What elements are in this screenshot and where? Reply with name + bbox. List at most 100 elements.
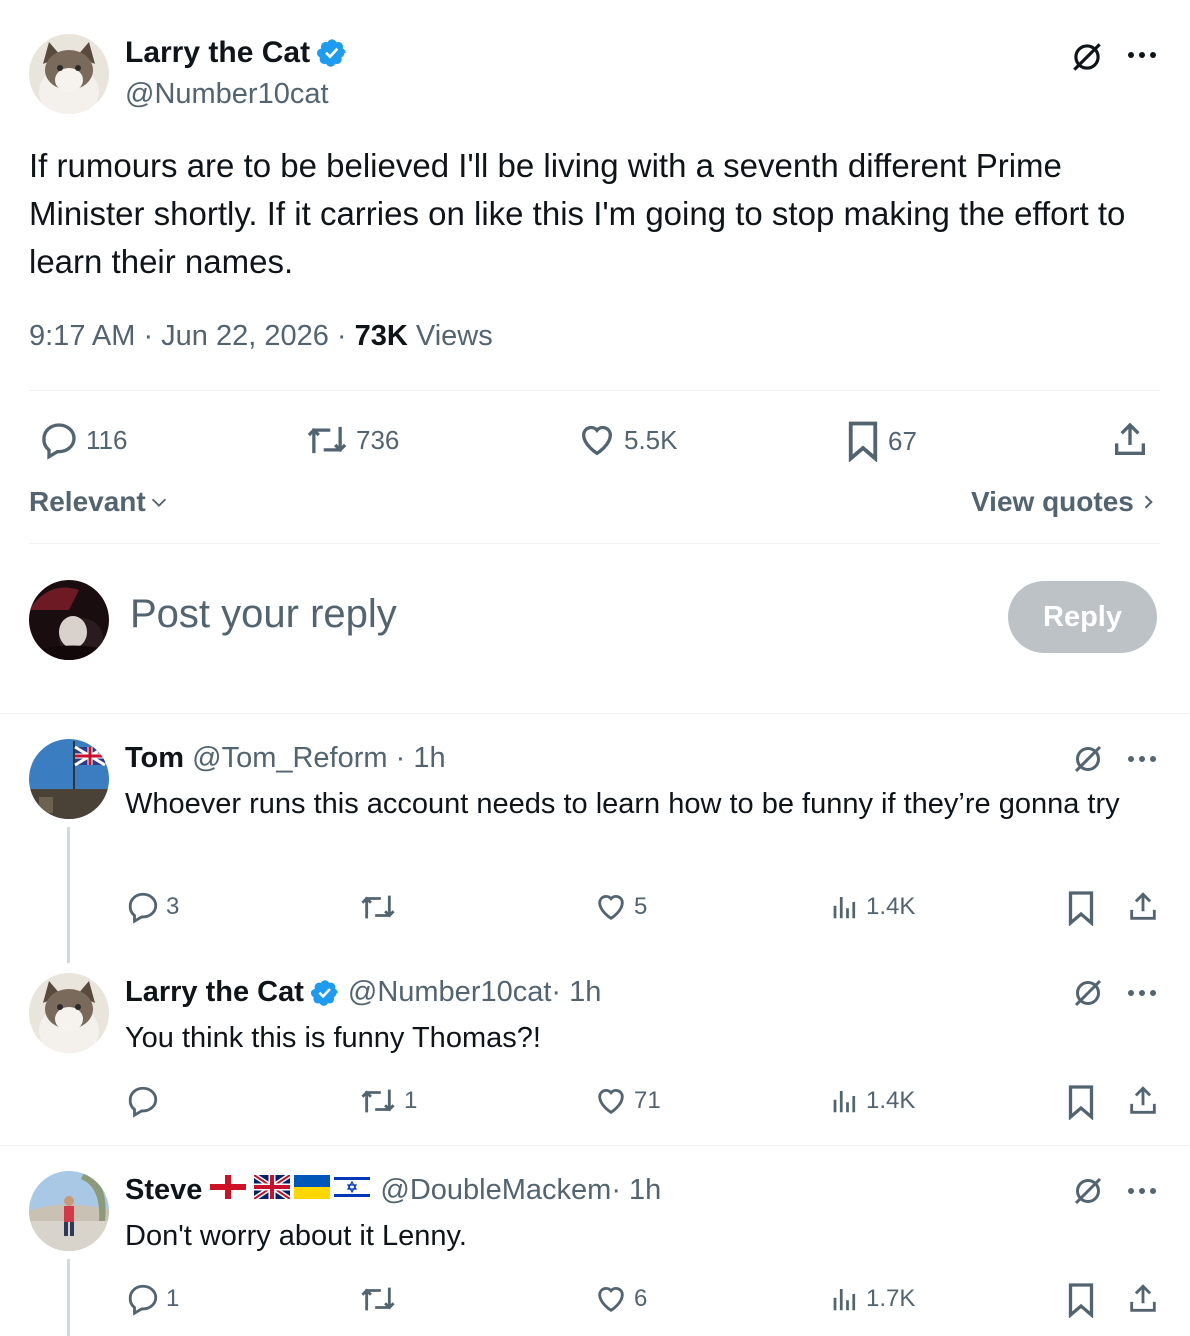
author-name[interactable]: Larry the Cat <box>125 36 310 70</box>
like-count: 71 <box>634 1087 661 1114</box>
repost-icon <box>358 1084 398 1118</box>
divider <box>29 390 1160 391</box>
like-action[interactable]: 5.5K <box>576 420 678 460</box>
like-action[interactable]: 5 <box>594 890 647 924</box>
reply-header: Larry the Cat @Number10cat · 1h <box>125 976 601 1009</box>
like-action[interactable]: 6 <box>594 1282 647 1316</box>
reply-icon <box>126 890 160 924</box>
views-action[interactable]: 1.7K <box>830 1282 915 1316</box>
views-count: 1.7K <box>866 1285 916 1312</box>
repost-icon <box>304 420 350 460</box>
like-action[interactable]: 71 <box>594 1084 661 1118</box>
reply-time[interactable]: · 1h <box>611 1174 661 1207</box>
sort-dropdown[interactable]: Relevant <box>29 486 170 518</box>
views-label: Views <box>407 320 493 352</box>
verified-badge-icon <box>316 37 348 69</box>
user-avatar[interactable] <box>29 580 109 660</box>
like-icon <box>576 420 618 460</box>
reply-action[interactable] <box>126 1084 166 1118</box>
reply-time[interactable]: · 1h <box>551 976 601 1009</box>
bookmark-count: 67 <box>888 425 917 456</box>
divider <box>29 543 1160 544</box>
grok-icon[interactable] <box>1070 741 1106 777</box>
reply-text: You think this is funny Thomas?! <box>125 1022 541 1054</box>
reply-author-handle[interactable]: @Number10cat <box>348 976 552 1009</box>
repost-action[interactable] <box>358 1282 404 1316</box>
share-icon[interactable] <box>1110 420 1150 460</box>
reply-button[interactable]: Reply <box>1008 581 1157 653</box>
repost-action[interactable]: 736 <box>304 420 399 460</box>
more-icon[interactable] <box>1127 755 1157 763</box>
reply-count: 1 <box>166 1285 180 1312</box>
divider <box>0 1145 1190 1146</box>
repost-count: 1 <box>404 1087 418 1114</box>
sort-label: Relevant <box>29 486 146 517</box>
views-count: 1.4K <box>866 893 916 920</box>
reply-icon <box>126 1084 160 1118</box>
repost-action[interactable]: 1 <box>358 1084 417 1118</box>
views-count: 1.4K <box>866 1087 916 1114</box>
reply-time[interactable]: · 1h <box>388 742 446 774</box>
bookmark-icon[interactable] <box>1066 1282 1096 1318</box>
reply-input[interactable]: Post your reply <box>130 592 397 637</box>
reply-count: 116 <box>86 424 128 455</box>
england-flag-icon <box>210 1174 247 1207</box>
reply-author-name[interactable]: Larry the Cat <box>125 976 304 1009</box>
verified-badge-icon <box>310 978 340 1008</box>
view-quotes-label: View quotes <box>971 486 1134 517</box>
reply-action[interactable]: 116 <box>38 420 127 460</box>
thread-line <box>67 827 70 963</box>
grok-icon[interactable] <box>1070 975 1106 1011</box>
reply-action[interactable]: 3 <box>126 890 179 924</box>
share-icon[interactable] <box>1126 1282 1160 1316</box>
like-icon <box>594 1084 628 1118</box>
reply-icon <box>126 1282 160 1316</box>
post-text: If rumours are to be believed I'll be li… <box>29 147 1126 280</box>
view-quotes-link[interactable]: View quotes <box>971 486 1158 518</box>
reply-text: Don't worry about it Lenny. <box>125 1220 467 1252</box>
repost-icon <box>358 890 398 924</box>
like-icon <box>594 1282 628 1316</box>
thread-line <box>67 1259 70 1336</box>
bookmark-icon[interactable] <box>1066 890 1096 926</box>
share-icon[interactable] <box>1126 1084 1160 1118</box>
like-count: 6 <box>634 1285 648 1312</box>
reply-avatar[interactable] <box>29 739 109 819</box>
share-icon[interactable] <box>1126 890 1160 924</box>
grok-icon[interactable] <box>1068 38 1106 76</box>
grok-icon[interactable] <box>1070 1173 1106 1209</box>
bookmark-icon[interactable] <box>1066 1084 1096 1120</box>
like-count: 5.5K <box>624 424 678 455</box>
repost-action[interactable] <box>358 890 404 924</box>
author-avatar[interactable] <box>29 34 109 114</box>
more-icon[interactable] <box>1127 989 1157 997</box>
reply-avatar[interactable] <box>29 973 109 1053</box>
views-icon <box>830 1282 860 1316</box>
chevron-right-icon <box>1138 491 1158 513</box>
repost-count: 736 <box>356 424 400 455</box>
repost-icon <box>358 1282 398 1316</box>
bookmark-icon <box>844 420 882 462</box>
views-action[interactable]: 1.4K <box>830 890 915 924</box>
reply-count: 3 <box>166 893 180 920</box>
more-icon[interactable] <box>1127 1187 1157 1195</box>
reply-author-handle[interactable]: @Tom_Reform <box>192 742 387 774</box>
author-handle[interactable]: @Number10cat <box>125 78 329 111</box>
reply-author-handle[interactable]: @DoubleMackem <box>380 1174 611 1207</box>
reply-icon <box>38 420 80 460</box>
reply-avatar[interactable] <box>29 1171 109 1251</box>
reply-author-name[interactable]: Tom <box>125 742 184 774</box>
post-time[interactable]: 9:17 AM · Jun 22, 2026 · <box>29 320 355 352</box>
reply-action[interactable]: 1 <box>126 1282 179 1316</box>
views-action[interactable]: 1.4K <box>830 1084 915 1118</box>
reply-text: Whoever runs this account needs to learn… <box>125 788 1120 820</box>
views-count: 73K <box>354 320 408 352</box>
chevron-down-icon <box>148 491 170 513</box>
uk-flag-icon <box>253 1172 292 1207</box>
views-icon <box>830 1084 860 1118</box>
bookmark-action[interactable]: 67 <box>844 420 917 462</box>
like-icon <box>594 890 628 924</box>
reply-author-name[interactable]: Steve <box>125 1174 202 1207</box>
more-icon[interactable] <box>1126 50 1158 60</box>
post-meta: 9:17 AM · Jun 22, 2026 · 73K Views <box>29 320 493 353</box>
